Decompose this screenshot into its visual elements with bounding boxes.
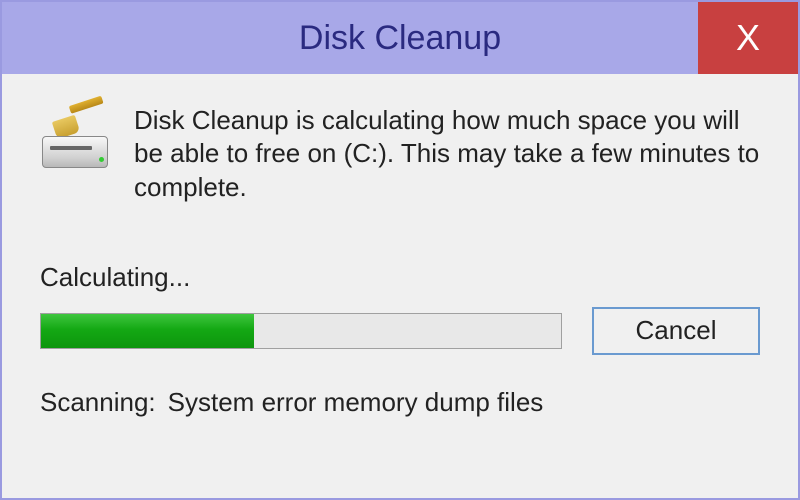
status-label: Calculating...	[40, 262, 760, 293]
progress-fill	[41, 314, 254, 348]
scanning-item: System error memory dump files	[168, 387, 544, 418]
scanning-label: Scanning:	[40, 387, 156, 418]
dialog-content: Disk Cleanup is calculating how much spa…	[2, 74, 798, 498]
message-text: Disk Cleanup is calculating how much spa…	[134, 104, 760, 204]
progress-bar	[40, 313, 562, 349]
cancel-button[interactable]: Cancel	[592, 307, 760, 355]
close-icon: X	[736, 20, 760, 56]
progress-row: Cancel	[40, 307, 760, 355]
message-row: Disk Cleanup is calculating how much spa…	[40, 104, 760, 204]
titlebar: Disk Cleanup X	[2, 2, 798, 74]
close-button[interactable]: X	[698, 2, 798, 74]
scanning-row: Scanning: System error memory dump files	[40, 387, 760, 418]
disk-cleanup-dialog: Disk Cleanup X Disk Cleanup is calculati…	[0, 0, 800, 500]
dialog-title: Disk Cleanup	[299, 19, 501, 58]
disk-cleanup-icon	[40, 110, 112, 174]
